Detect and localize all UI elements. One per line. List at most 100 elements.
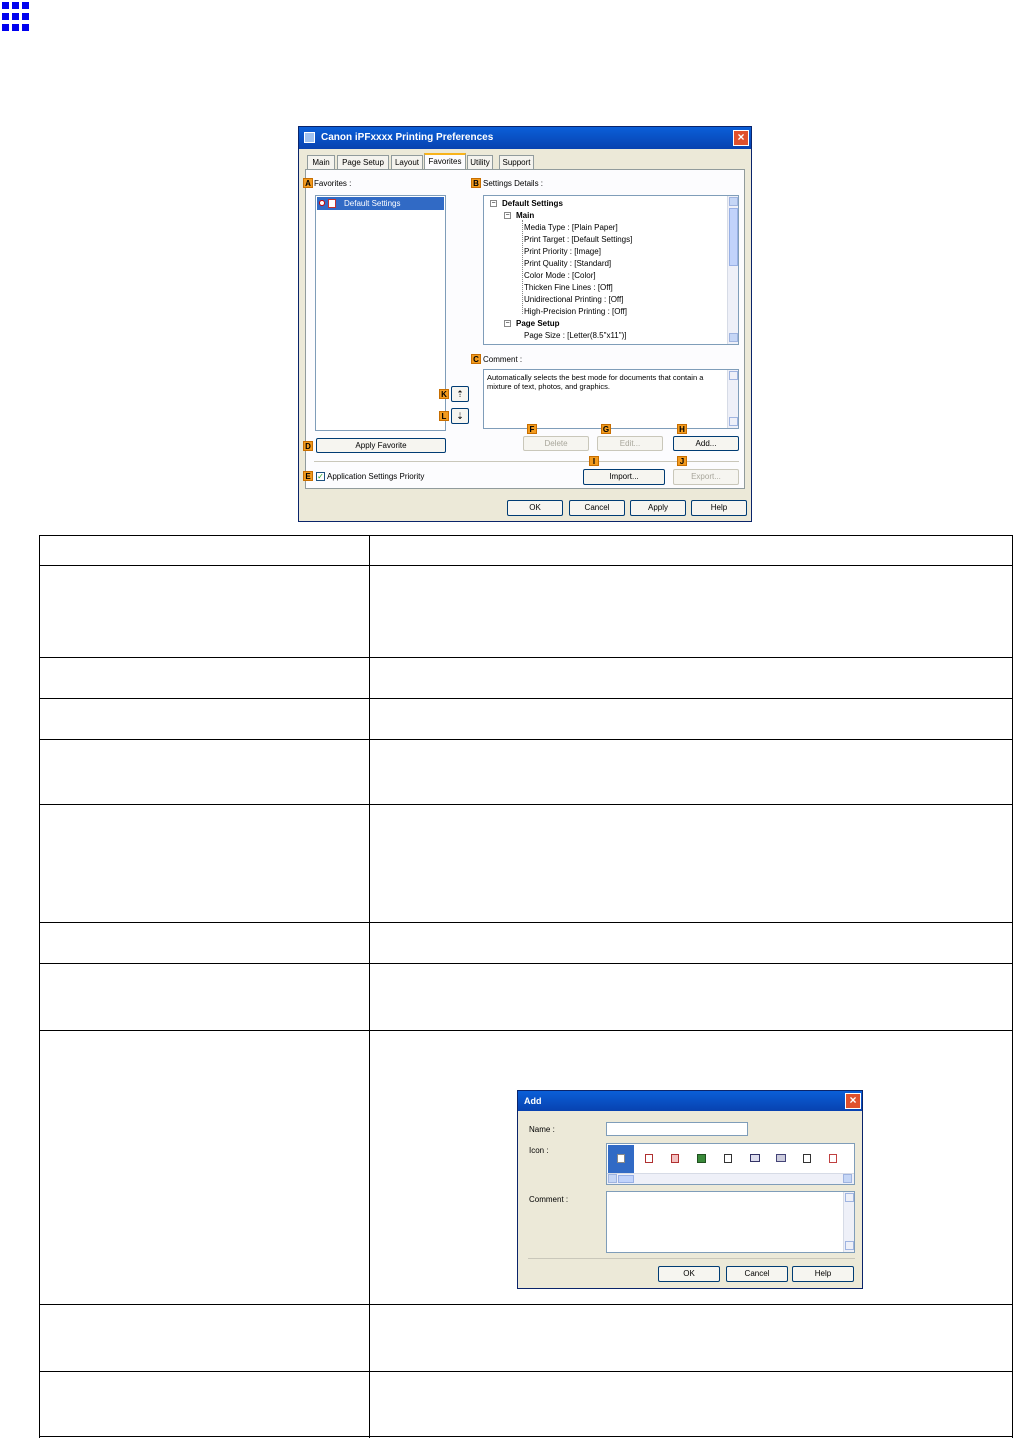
tree-item: Unidirectional Printing : [Off] [524, 295, 624, 304]
add-comment-label: Comment : [529, 1195, 569, 1204]
tree-item: Print Quality : [Standard] [524, 259, 612, 268]
delete-button[interactable]: Delete [523, 436, 589, 451]
help-button[interactable]: Help [691, 500, 747, 516]
printer-icon [304, 132, 315, 143]
tree-root: Default Settings [502, 199, 563, 208]
collapse-icon[interactable]: − [504, 212, 511, 219]
tree-item: Color Mode : [Color] [524, 271, 596, 280]
table-row [39, 963, 1013, 1030]
text-icon[interactable] [803, 1154, 811, 1163]
tree-item: High-Precision Printing : [Off] [524, 307, 628, 316]
badge-c: C [471, 354, 481, 364]
table-row [39, 804, 1013, 922]
add-comment-box[interactable] [606, 1191, 855, 1253]
ok-button[interactable]: OK [507, 500, 563, 516]
scroll-right-icon[interactable] [843, 1174, 852, 1183]
scroll-left-icon[interactable] [608, 1174, 617, 1183]
app-settings-priority-checkbox[interactable]: ✓ [316, 472, 325, 481]
comment-box[interactable]: Automatically selects the best mode for … [483, 369, 739, 429]
comment-label: Comment : [483, 355, 523, 364]
add-cancel-button[interactable]: Cancel [726, 1266, 788, 1282]
name-input[interactable] [606, 1122, 748, 1136]
tab-utility[interactable]: Utility [467, 155, 493, 169]
table-row [39, 739, 1013, 804]
printing-preferences-dialog: Canon iPFxxxx Printing Preferences × Mai… [298, 126, 752, 522]
settings-details-label: Settings Details : [483, 179, 544, 188]
tree-group-main: Main [516, 211, 535, 220]
document-icon [328, 199, 336, 208]
scroll-down-icon[interactable] [845, 1241, 854, 1250]
badge-h: H [677, 424, 687, 434]
name-label: Name : [529, 1125, 555, 1134]
edit-button[interactable]: Edit... [597, 436, 663, 451]
tab-page-setup[interactable]: Page Setup [337, 155, 389, 169]
scroll-up-icon[interactable] [729, 371, 738, 380]
chart-icon[interactable] [776, 1154, 786, 1162]
close-icon[interactable]: × [733, 130, 749, 146]
document-icon[interactable] [829, 1154, 837, 1163]
badge-b: B [471, 178, 481, 188]
scroll-down-icon[interactable] [729, 417, 738, 426]
icon-option-selected[interactable] [608, 1145, 634, 1173]
tab-main[interactable]: Main [307, 155, 335, 169]
badge-g: G [601, 424, 611, 434]
tree-item: Page Size : [Letter(8.5"x11")] [524, 331, 627, 340]
document-icon[interactable] [645, 1154, 653, 1163]
tree-item: Print Priority : [Image] [524, 247, 601, 256]
table-row [39, 922, 1013, 963]
add-button[interactable]: Add... [673, 436, 739, 451]
document-icon[interactable] [671, 1154, 679, 1163]
export-button[interactable]: Export... [673, 469, 739, 485]
settings-scrollbar[interactable] [727, 196, 738, 344]
table-left-border [39, 535, 40, 1438]
grid-menu-icon [2, 2, 29, 31]
document-icon [617, 1154, 625, 1163]
table-row [39, 1304, 1013, 1371]
badge-d: D [303, 441, 313, 451]
table-row [39, 698, 1013, 739]
move-up-button[interactable]: ⇡ [451, 386, 469, 402]
table-row [39, 1371, 1013, 1437]
apply-button[interactable]: Apply [630, 500, 686, 516]
divider [528, 1258, 855, 1259]
favorite-item-label: Default Settings [344, 199, 401, 208]
scroll-up-icon[interactable] [845, 1193, 854, 1202]
tab-support[interactable]: Support [499, 155, 534, 169]
badge-e: E [303, 471, 313, 481]
tree-item: Print Target : [Default Settings] [524, 235, 633, 244]
icon-scrollbar[interactable] [607, 1173, 854, 1184]
collapse-icon[interactable]: − [504, 320, 511, 327]
app-settings-priority-label: Application Settings Priority [327, 472, 425, 481]
comment-scrollbar[interactable] [727, 370, 738, 428]
favorites-label: Favorites : [314, 179, 352, 188]
tab-favorites[interactable]: Favorites [424, 153, 466, 170]
apply-favorite-button[interactable]: Apply Favorite [316, 438, 446, 453]
badge-i: I [589, 456, 599, 466]
move-down-button[interactable]: ⇣ [451, 408, 469, 424]
cancel-button[interactable]: Cancel [569, 500, 625, 516]
table-icon[interactable] [750, 1154, 760, 1162]
import-button[interactable]: Import... [583, 469, 665, 485]
add-title-bar: Add × [518, 1091, 862, 1111]
add-ok-button[interactable]: OK [658, 1266, 720, 1282]
favorites-list[interactable]: Default Settings [315, 195, 446, 431]
document-icon[interactable] [724, 1154, 732, 1163]
close-icon[interactable]: × [845, 1093, 861, 1109]
scroll-thumb[interactable] [729, 208, 738, 266]
list-item[interactable]: Default Settings [317, 197, 444, 210]
collapse-icon[interactable]: − [490, 200, 497, 207]
badge-l: L [439, 411, 449, 421]
settings-details-tree[interactable]: − Default Settings − Main Media Type : [… [483, 195, 739, 345]
photo-icon[interactable] [697, 1154, 706, 1163]
badge-f: F [527, 424, 537, 434]
add-help-button[interactable]: Help [792, 1266, 854, 1282]
tab-layout[interactable]: Layout [391, 155, 423, 169]
scroll-thumb[interactable] [618, 1175, 634, 1183]
scroll-down-icon[interactable] [729, 333, 738, 342]
scroll-up-icon[interactable] [729, 197, 738, 206]
badge-j: J [677, 456, 687, 466]
comment-scrollbar[interactable] [843, 1192, 854, 1252]
table-row [39, 565, 1013, 657]
title-bar: Canon iPFxxxx Printing Preferences × [299, 127, 751, 149]
icon-picker[interactable] [606, 1143, 855, 1185]
